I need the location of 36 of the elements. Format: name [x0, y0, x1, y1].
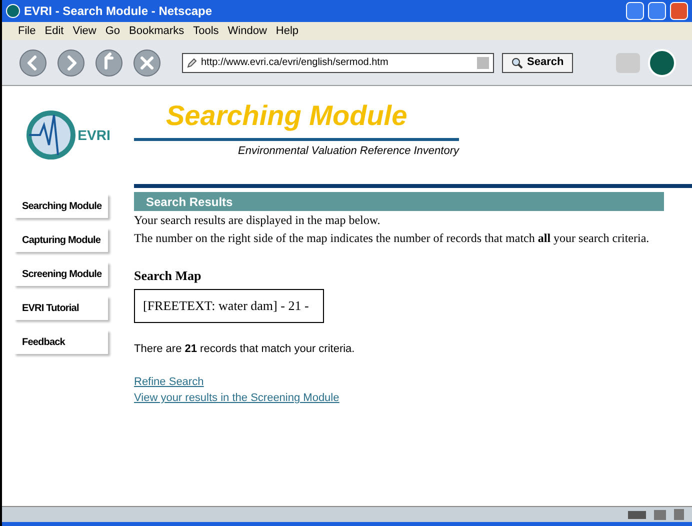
- globe-logo: EVRI: [26, 110, 110, 160]
- menu-item[interactable]: File: [18, 22, 36, 40]
- nav-button[interactable]: Searching Module: [14, 194, 108, 218]
- banner-title: Searching Module: [166, 102, 408, 130]
- nav-button[interactable]: EVRI Tutorial: [14, 296, 108, 320]
- reload-icon[interactable]: [94, 48, 124, 78]
- close-button[interactable]: [670, 2, 688, 20]
- nav-button[interactable]: Screening Module: [14, 262, 108, 286]
- minimize-button[interactable]: [626, 2, 644, 20]
- menu-item[interactable]: Edit: [44, 22, 64, 40]
- stop-icon[interactable]: [132, 48, 162, 78]
- banner-subtitle: Environmental Valuation Reference Inventory: [238, 144, 459, 159]
- section-header: Search Results: [134, 192, 664, 211]
- menu-item[interactable]: View: [72, 22, 96, 40]
- menu-item[interactable]: Tools: [193, 22, 219, 40]
- maximize-button[interactable]: [648, 2, 666, 20]
- map-heading: Search Map: [134, 267, 202, 285]
- search-map: [FREETEXT: water dam] - 21 -: [134, 289, 324, 323]
- forward-icon[interactable]: [56, 48, 86, 78]
- paragraph: Your search results are displayed in the map below.: [134, 212, 382, 229]
- back-icon[interactable]: [18, 48, 48, 78]
- search-button[interactable]: Search: [502, 52, 573, 72]
- menu-item[interactable]: Help: [276, 22, 299, 40]
- pencil-icon: [187, 58, 197, 68]
- nav-button[interactable]: Capturing Module: [14, 228, 108, 252]
- search-icon: [511, 56, 523, 68]
- url-field[interactable]: http://www.evri.ca/evri/english/sermod.htm: [182, 52, 494, 72]
- menu-item[interactable]: Window: [228, 22, 267, 40]
- count-text: There are 21 records that match your criteria.: [134, 342, 356, 357]
- paragraph: The number on the right side of the map indicates the number of records that match all your search criteria.: [134, 230, 650, 247]
- menu-item[interactable]: Go: [105, 22, 120, 40]
- nav-button[interactable]: Feedback: [14, 330, 108, 354]
- menu-item[interactable]: Bookmarks: [129, 22, 184, 40]
- link[interactable]: View your results in the Screening Module: [134, 390, 340, 406]
- link[interactable]: Refine Search: [134, 374, 204, 390]
- window-title: EVRI - Search Module - Netscape: [24, 3, 212, 20]
